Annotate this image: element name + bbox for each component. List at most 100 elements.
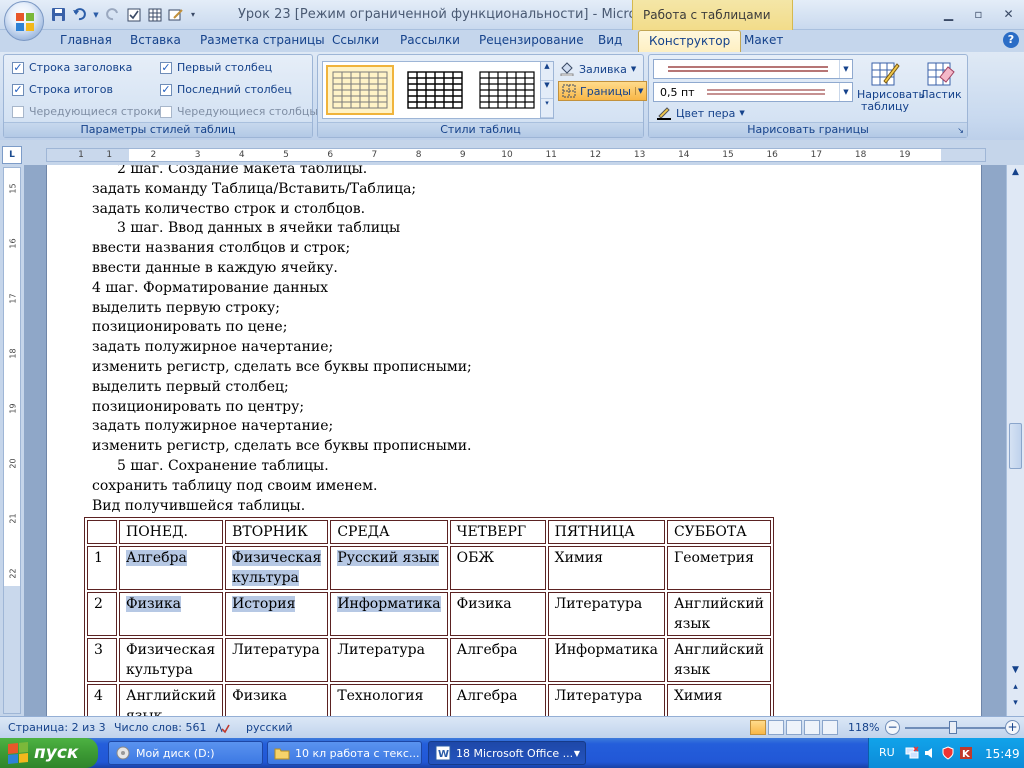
tab-view[interactable]: Вид <box>598 33 622 47</box>
gallery-scroll[interactable]: ▲ ▼ ▾ <box>540 62 553 119</box>
spelling-check-icon[interactable] <box>214 720 230 736</box>
tab-insert[interactable]: Вставка <box>130 33 181 47</box>
paragraph-line[interactable]: ввести названия столбцов и строк; <box>92 240 350 256</box>
table-header-cell[interactable] <box>87 520 117 544</box>
scroll-down-icon[interactable]: ▼ <box>1009 665 1022 679</box>
horizontal-ruler[interactable]: 1 1 2 3 4 5 6 7 8 9 10 11 12 13 14 15 16 17 18 19 <box>46 148 986 162</box>
paragraph-line[interactable]: сохранить таблицу под своим именем. <box>92 478 378 494</box>
table-cell[interactable]: 4 <box>87 684 117 716</box>
redo-icon[interactable] <box>104 6 121 23</box>
paragraph-line[interactable]: задать полужирное начертание; <box>92 418 333 434</box>
table-cell[interactable]: Литература <box>225 638 329 682</box>
table-header-cell[interactable]: СРЕДА <box>330 520 448 544</box>
undo-dropdown-icon[interactable]: ▼ <box>92 6 100 23</box>
network-icon[interactable] <box>905 746 919 760</box>
page-counter[interactable]: Страница: 2 из 3 <box>8 721 106 734</box>
paragraph-line[interactable]: Вид получившейся таблицы. <box>92 498 305 514</box>
line-style-combo[interactable]: ▼ <box>653 59 853 79</box>
table-header-cell[interactable]: СУББОТА <box>666 520 772 544</box>
header-row-checkbox[interactable]: ✓ Строка заголовка <box>12 61 132 74</box>
banded-rows-checkbox[interactable]: Чередующиеся строки <box>12 105 161 118</box>
paragraph-line[interactable]: выделить первую строку; <box>92 300 280 316</box>
save-icon[interactable] <box>50 6 67 23</box>
gallery-down-icon[interactable]: ▼ <box>541 81 553 100</box>
start-button[interactable]: пуск <box>0 738 98 768</box>
banded-columns-checkbox[interactable]: Чередующиеся столбцы <box>160 105 318 118</box>
table-header-cell[interactable]: ЧЕТВЕРГ <box>449 520 546 544</box>
gallery-more-icon[interactable]: ▾ <box>541 99 553 119</box>
close-icon[interactable]: ✕ <box>995 4 1022 23</box>
table-cell[interactable]: 2 <box>87 592 117 636</box>
table-cell[interactable]: Технология <box>330 684 448 716</box>
paragraph-line[interactable]: задать количество строк и столбцов. <box>92 201 365 217</box>
tab-review[interactable]: Рецензирование <box>479 33 584 47</box>
draft-view-icon[interactable] <box>822 720 838 735</box>
taskbar-item-word[interactable]: W 18 Microsoft Office ... ▼ <box>428 741 586 765</box>
clock[interactable]: 15:49 <box>985 747 1020 761</box>
web-layout-icon[interactable] <box>786 720 802 735</box>
paragraph-line[interactable]: 2 шаг. Создание макета таблицы. <box>117 165 367 177</box>
table-cell[interactable]: Литература <box>547 684 665 716</box>
table-cell[interactable]: Физика <box>225 684 329 716</box>
eraser-button[interactable]: Ластик <box>919 59 963 101</box>
table-style-plain[interactable] <box>326 65 394 115</box>
paragraph-line[interactable]: 4 шаг. Форматирование данных <box>92 280 328 296</box>
paragraph-line[interactable]: задать команду Таблица/Вставить/Таблица; <box>92 181 416 197</box>
table-cell-selected[interactable]: История <box>225 592 329 636</box>
table-styles-gallery[interactable]: ▲ ▼ ▾ <box>322 61 554 119</box>
speaker-icon[interactable] <box>923 746 937 760</box>
vertical-ruler[interactable]: 151617181920212212 <box>3 167 21 714</box>
zoom-in-icon[interactable]: + <box>1005 720 1020 735</box>
scroll-thumb[interactable] <box>1009 423 1022 469</box>
table-cell[interactable]: 1 <box>87 546 117 590</box>
table-cell-selected[interactable]: Физика <box>119 592 224 636</box>
office-button[interactable] <box>4 1 44 41</box>
tab-references[interactable]: Ссылки <box>332 33 379 47</box>
zoom-out-icon[interactable]: − <box>885 720 900 735</box>
table-cell-selected[interactable]: Алгебра <box>119 546 224 590</box>
total-row-checkbox[interactable]: ✓ Строка итогов <box>12 83 113 96</box>
borders-button[interactable]: Границы ▼ <box>558 81 648 101</box>
previous-page-icon[interactable]: ▴ <box>1009 682 1022 696</box>
table-cell-selected[interactable]: Информатика <box>330 592 448 636</box>
gallery-up-icon[interactable]: ▲ <box>541 62 553 81</box>
table-cell[interactable]: Физическая культура <box>119 638 224 682</box>
undo-icon[interactable] <box>71 6 88 23</box>
taskbar-item-folder[interactable]: 10 кл работа с текс... <box>267 741 422 765</box>
dialog-launcher-icon[interactable]: ↘ <box>957 126 964 135</box>
table-header-cell[interactable]: ПОНЕД. <box>119 520 224 544</box>
taskbar-item-my-disk[interactable]: Мой диск (D:) <box>108 741 263 765</box>
print-layout-view-icon[interactable] <box>750 720 766 735</box>
last-column-checkbox[interactable]: ✓ Последний столбец <box>160 83 292 96</box>
table-cell[interactable]: Литература <box>330 638 448 682</box>
schedule-table[interactable]: ПОНЕД. ВТОРНИК СРЕДА ЧЕТВЕРГ ПЯТНИЦА СУББОТА 1… <box>84 517 775 716</box>
vertical-scrollbar[interactable]: ▲ ▼ ▴ ▾ <box>1006 165 1024 716</box>
paragraph-line[interactable]: 5 шаг. Сохранение таблицы. <box>117 458 329 474</box>
table-cell[interactable]: Алгебра <box>449 684 546 716</box>
table-cell[interactable]: Английский язык <box>666 638 772 682</box>
table-cell[interactable]: ОБЖ <box>449 546 546 590</box>
language-indicator[interactable]: русский <box>246 721 293 734</box>
table-cell[interactable]: Английский язык <box>119 684 224 716</box>
table-cell[interactable]: 3 <box>87 638 117 682</box>
line-weight-combo[interactable]: 0,5 пт ▼ <box>653 82 853 102</box>
table-cell[interactable]: Информатика <box>547 638 665 682</box>
table-cell-selected[interactable]: Физическая культура <box>225 546 329 590</box>
tab-home[interactable]: Главная <box>60 33 112 47</box>
paragraph-line[interactable]: позиционировать по центру; <box>92 399 304 415</box>
table-cell[interactable]: Английский язык <box>666 592 772 636</box>
scroll-up-icon[interactable]: ▲ <box>1009 167 1022 181</box>
security-icon[interactable] <box>941 746 955 760</box>
paragraph-line[interactable]: задать полужирное начертание; <box>92 339 333 355</box>
table-icon[interactable] <box>146 6 163 23</box>
tab-selector-icon[interactable]: L <box>2 146 22 164</box>
table-cell[interactable]: Литература <box>547 592 665 636</box>
paragraph-line[interactable]: ввести данные в каждую ячейку. <box>92 260 338 276</box>
help-icon[interactable]: ? <box>1003 32 1019 48</box>
table-style-grid[interactable] <box>401 65 469 115</box>
table-header-cell[interactable]: ВТОРНИК <box>225 520 329 544</box>
minimize-icon[interactable]: ▁ <box>935 4 962 23</box>
table-cell[interactable]: Геометрия <box>666 546 772 590</box>
next-page-icon[interactable]: ▾ <box>1009 698 1022 712</box>
table-cell[interactable]: Химия <box>666 684 772 716</box>
